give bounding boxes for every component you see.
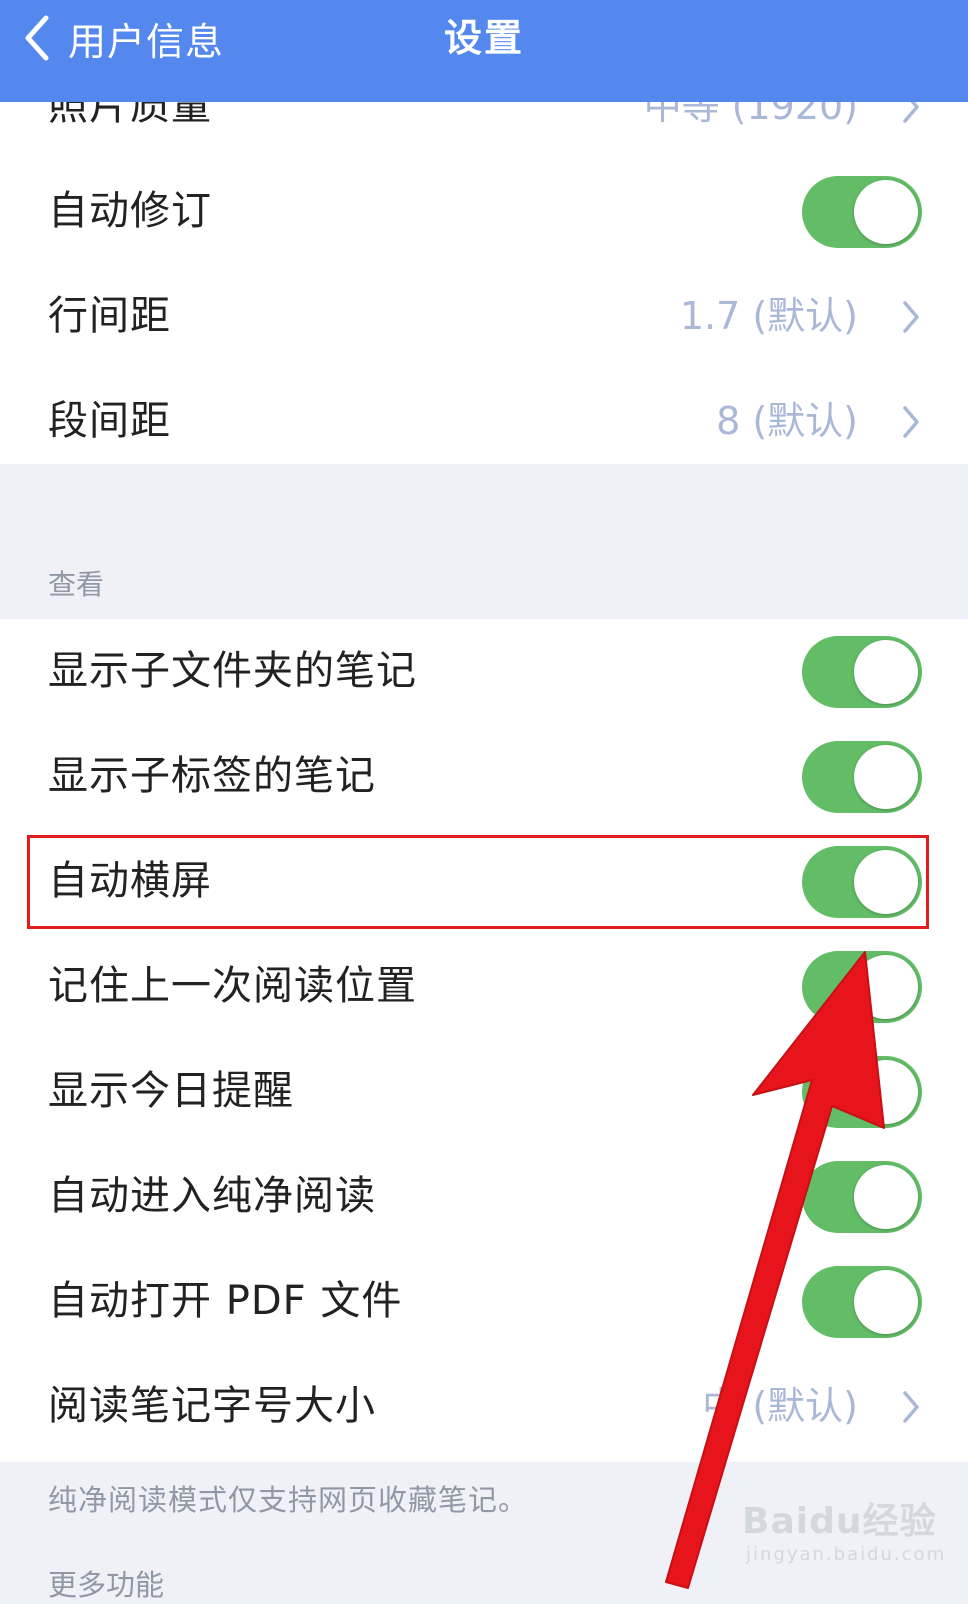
- settings-row-remember-reading-position: 记住上一次阅读位置: [0, 934, 968, 1039]
- row-value: 中 (默认): [702, 1384, 858, 1428]
- settings-row-show-subfolder-notes: 显示子文件夹的笔记: [0, 619, 968, 724]
- settings-row-line-spacing[interactable]: 行间距 1.7 (默认): [0, 264, 968, 369]
- page-title: 设置: [443, 16, 524, 60]
- row-label: 显示子文件夹的笔记: [48, 648, 417, 694]
- show-today-reminders-toggle[interactable]: [802, 1056, 922, 1128]
- chevron-right-icon: [903, 406, 919, 438]
- settings-row-auto-open-pdf: 自动打开 PDF 文件: [0, 1249, 968, 1354]
- display-settings-group: 照片质量 中等 (1920) 自动修订 行间距 1.7 (默认) 段间距 8 (…: [0, 54, 968, 464]
- row-label: 显示今日提醒: [48, 1068, 294, 1114]
- toggle-knob: [854, 745, 918, 809]
- row-label: 自动横屏: [48, 858, 212, 904]
- chevron-right-icon: [903, 1391, 919, 1423]
- show-subtag-notes-toggle[interactable]: [802, 741, 922, 813]
- auto-clean-reading-toggle[interactable]: [802, 1161, 922, 1233]
- row-value: 1.7 (默认): [679, 294, 858, 338]
- settings-row-auto-revise: 自动修订: [0, 159, 968, 264]
- section-header-more: 更多功能: [48, 1568, 165, 1602]
- row-label: 自动进入纯净阅读: [48, 1173, 376, 1219]
- toggle-knob: [854, 1270, 918, 1334]
- settings-row-auto-landscape: 自动横屏: [0, 829, 968, 934]
- navigation-bar: 用户信息 设置: [0, 0, 968, 102]
- row-label: 自动打开 PDF 文件: [48, 1278, 403, 1324]
- toggle-knob: [854, 180, 918, 244]
- clean-reading-footnote: 纯净阅读模式仅支持网页收藏笔记。: [48, 1483, 529, 1517]
- toggle-knob: [854, 955, 918, 1019]
- settings-row-paragraph-spacing[interactable]: 段间距 8 (默认): [0, 369, 968, 474]
- row-label: 自动修订: [48, 188, 212, 234]
- settings-row-show-today-reminders: 显示今日提醒: [0, 1039, 968, 1144]
- row-label: 显示子标签的笔记: [48, 753, 376, 799]
- auto-landscape-toggle[interactable]: [802, 846, 922, 918]
- watermark-title: Baidu经验: [742, 1501, 937, 1542]
- toggle-knob: [854, 1165, 918, 1229]
- row-label: 行间距: [48, 293, 171, 339]
- show-subfolder-notes-toggle[interactable]: [802, 636, 922, 708]
- row-label: 段间距: [48, 398, 171, 444]
- section-header-view: 查看: [48, 568, 105, 601]
- toggle-knob: [854, 1060, 918, 1124]
- settings-row-reading-font-size[interactable]: 阅读笔记字号大小 中 (默认): [0, 1354, 968, 1459]
- row-label: 记住上一次阅读位置: [48, 963, 417, 1009]
- watermark-subtitle: jingyan.baidu.com: [746, 1544, 947, 1565]
- row-value: 8 (默认): [716, 399, 858, 443]
- auto-open-pdf-toggle[interactable]: [802, 1266, 922, 1338]
- remember-reading-position-toggle[interactable]: [802, 951, 922, 1023]
- settings-row-show-subtag-notes: 显示子标签的笔记: [0, 724, 968, 829]
- row-label: 阅读笔记字号大小: [48, 1383, 376, 1429]
- toggle-knob: [854, 850, 918, 914]
- view-settings-group: 显示子文件夹的笔记 显示子标签的笔记 自动横屏 记住上一次阅读位置 显示今日提醒…: [0, 619, 968, 1462]
- settings-row-auto-clean-reading: 自动进入纯净阅读: [0, 1144, 968, 1249]
- toggle-knob: [854, 640, 918, 704]
- baidu-jingyan-watermark: Baidu经验 jingyan.baidu.com: [742, 1492, 946, 1565]
- auto-revise-toggle[interactable]: [802, 176, 922, 248]
- chevron-right-icon: [903, 301, 919, 333]
